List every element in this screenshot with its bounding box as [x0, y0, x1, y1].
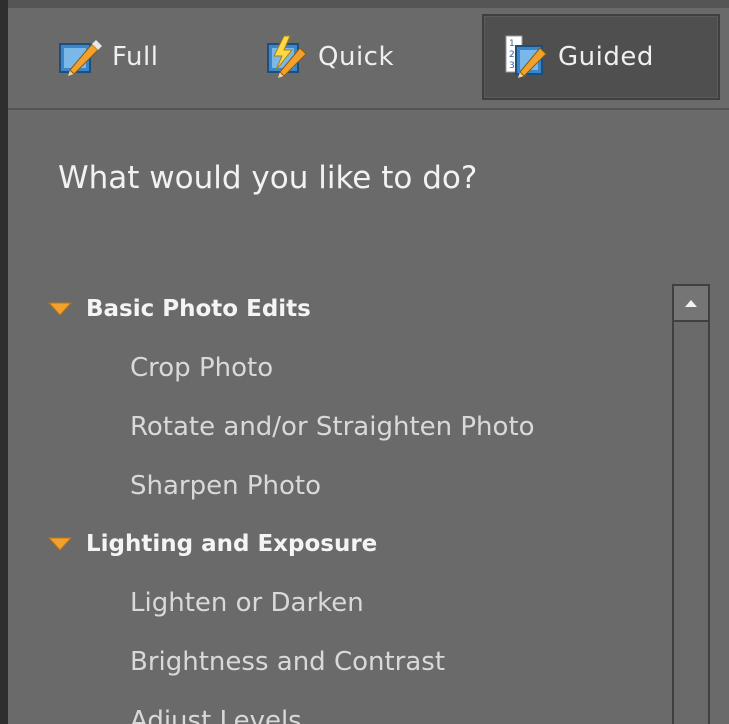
disclosure-triangle-icon[interactable]: [48, 537, 72, 551]
task-brightness-contrast[interactable]: Brightness and Contrast: [48, 632, 668, 691]
task-crop-photo[interactable]: Crop Photo: [48, 338, 668, 397]
pencil-on-canvas-icon: [59, 40, 102, 76]
task-rotate-straighten-photo[interactable]: Rotate and/or Straighten Photo: [48, 397, 668, 456]
scroll-track[interactable]: [674, 322, 708, 724]
tab-quick-label: Quick: [318, 42, 395, 72]
category-lighting-exposure[interactable]: Lighting and Exposure: [48, 515, 668, 573]
scroll-up-button[interactable]: [674, 286, 708, 322]
svg-text:3: 3: [509, 61, 515, 71]
svg-text:1: 1: [509, 39, 515, 49]
tab-quick[interactable]: Quick: [250, 14, 450, 100]
category-basic-photo-edits[interactable]: Basic Photo Edits: [48, 280, 668, 338]
svg-text:2: 2: [509, 50, 515, 60]
category-label: Lighting and Exposure: [86, 531, 378, 557]
window-edge: [0, 0, 8, 724]
tab-guided-label: Guided: [558, 42, 654, 72]
lightning-pencil-icon: [267, 35, 307, 78]
task-list-scrollbar[interactable]: [672, 284, 710, 724]
task-lighten-darken[interactable]: Lighten or Darken: [48, 573, 668, 632]
task-sharpen-photo[interactable]: Sharpen Photo: [48, 456, 668, 515]
tab-guided[interactable]: 1 2 3 Guided: [482, 14, 720, 100]
category-label: Basic Photo Edits: [86, 296, 311, 322]
edit-panel: Full Quick 1 2 3 Guided What would you l…: [8, 0, 729, 724]
up-arrow-icon: [685, 299, 697, 307]
task-adjust-levels[interactable]: Adjust Levels: [48, 691, 668, 724]
tab-full[interactable]: Full: [44, 14, 224, 100]
numbered-list-pencil-icon: 1 2 3: [505, 35, 547, 78]
panel-top-strip: [8, 0, 729, 8]
page-title: What would you like to do?: [58, 160, 478, 196]
disclosure-triangle-icon[interactable]: [48, 302, 72, 316]
mode-tab-bar: Full Quick 1 2 3 Guided: [8, 8, 729, 110]
tab-full-label: Full: [112, 42, 159, 72]
editor-root: Full Quick 1 2 3 Guided What would you l…: [0, 0, 729, 724]
guided-task-list: Basic Photo Edits Crop Photo Rotate and/…: [48, 280, 668, 724]
